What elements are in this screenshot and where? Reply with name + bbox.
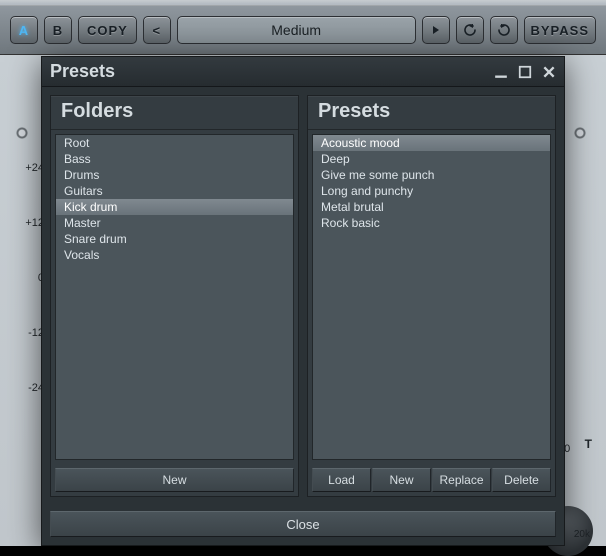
bypass-button[interactable]: BYPASS xyxy=(524,16,597,44)
preset-item[interactable]: Acoustic mood xyxy=(313,135,550,151)
undo-button[interactable] xyxy=(456,16,484,44)
folder-item[interactable]: Root xyxy=(56,135,293,151)
preset-item[interactable]: Give me some punch xyxy=(313,167,550,183)
folders-pane: Folders RootBassDrumsGuitarsKick drumMas… xyxy=(50,95,299,497)
preset-item[interactable]: Metal brutal xyxy=(313,199,550,215)
toolbar: A B COPY < Medium BYPASS xyxy=(0,5,606,55)
folders-buttons: New xyxy=(51,464,298,496)
dialog-titlebar[interactable]: Presets xyxy=(42,57,564,87)
folder-item[interactable]: Kick drum xyxy=(56,199,293,215)
dialog-body: Folders RootBassDrumsGuitarsKick drumMas… xyxy=(42,87,564,505)
next-preset-button[interactable] xyxy=(422,16,450,44)
folder-item[interactable]: Bass xyxy=(56,151,293,167)
presets-list[interactable]: Acoustic moodDeepGive me some punchLong … xyxy=(312,134,551,460)
presets-buttons: Load New Replace Delete xyxy=(308,464,555,496)
presets-dialog: Presets Folders RootBassDrumsGuitarsKick… xyxy=(41,56,565,546)
minimize-button[interactable] xyxy=(494,65,508,79)
preset-delete-button[interactable]: Delete xyxy=(492,468,551,492)
copy-button[interactable]: COPY xyxy=(78,16,137,44)
folder-item[interactable]: Guitars xyxy=(56,183,293,199)
preset-item[interactable]: Deep xyxy=(313,151,550,167)
redo-icon xyxy=(498,24,510,36)
folder-item[interactable]: Snare drum xyxy=(56,231,293,247)
preset-name-display[interactable]: Medium xyxy=(177,16,416,44)
folder-item[interactable]: Vocals xyxy=(56,247,293,263)
ab-b-button[interactable]: B xyxy=(44,16,72,44)
folders-heading: Folders xyxy=(51,96,298,130)
out-label: T xyxy=(585,437,592,451)
folders-list[interactable]: RootBassDrumsGuitarsKick drumMasterSnare… xyxy=(55,134,294,460)
preset-load-button[interactable]: Load xyxy=(312,468,371,492)
preset-new-button[interactable]: New xyxy=(372,468,431,492)
window-close-button[interactable] xyxy=(542,65,556,79)
close-button[interactable]: Close xyxy=(50,511,556,537)
ab-a-button[interactable]: A xyxy=(10,16,38,44)
presets-heading: Presets xyxy=(308,96,555,130)
dialog-title: Presets xyxy=(50,61,484,82)
maximize-button[interactable] xyxy=(518,65,532,79)
folder-item[interactable]: Master xyxy=(56,215,293,231)
redo-button[interactable] xyxy=(490,16,518,44)
undo-icon xyxy=(464,24,476,36)
folder-item[interactable]: Drums xyxy=(56,167,293,183)
freq-20k-label: 20k xyxy=(574,529,590,540)
prev-preset-button[interactable]: < xyxy=(143,16,171,44)
preset-replace-button[interactable]: Replace xyxy=(432,468,491,492)
folder-new-button[interactable]: New xyxy=(55,468,294,492)
preset-item[interactable]: Long and punchy xyxy=(313,183,550,199)
chevron-right-icon xyxy=(431,25,441,35)
preset-item[interactable]: Rock basic xyxy=(313,215,550,231)
dialog-footer: Close xyxy=(42,505,564,545)
presets-pane: Presets Acoustic moodDeepGive me some pu… xyxy=(307,95,556,497)
